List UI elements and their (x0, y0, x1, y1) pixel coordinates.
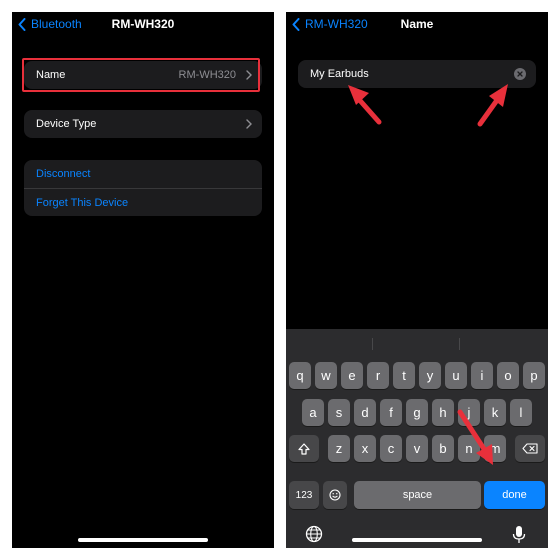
key-u[interactable]: u (445, 362, 467, 389)
rename-screen: RM-WH320 Name My Earbuds q w e r t y u i… (286, 12, 548, 548)
key-p[interactable]: p (523, 362, 545, 389)
disconnect-button[interactable]: Disconnect (24, 160, 262, 188)
key-w[interactable]: w (315, 362, 337, 389)
globe-icon (305, 525, 323, 543)
suggestion-divider (459, 338, 460, 350)
emoji-icon (329, 489, 341, 501)
dictation-key[interactable] (512, 525, 526, 548)
suggestion-divider (372, 338, 373, 350)
name-input-value: My Earbuds (310, 68, 369, 80)
key-x[interactable]: x (354, 435, 376, 462)
key-s[interactable]: s (328, 399, 350, 426)
shift-key[interactable] (289, 435, 319, 462)
highlight-box (22, 58, 260, 92)
page-title: Name (400, 17, 434, 31)
home-indicator (78, 538, 208, 542)
key-y[interactable]: y (419, 362, 441, 389)
suggestion-bar (286, 329, 548, 357)
backspace-icon (522, 443, 538, 454)
emoji-key[interactable] (323, 481, 347, 509)
page-title: RM-WH320 (111, 17, 175, 31)
globe-key[interactable] (305, 525, 323, 548)
key-o[interactable]: o (497, 362, 519, 389)
bluetooth-device-screen: Bluetooth RM-WH320 Name RM-WH320 Device … (12, 12, 274, 548)
key-l[interactable]: l (510, 399, 532, 426)
key-i[interactable]: i (471, 362, 493, 389)
arrow-to-text (348, 85, 382, 125)
key-a[interactable]: a (302, 399, 324, 426)
microphone-icon (512, 526, 526, 543)
device-type-group: Device Type (24, 110, 262, 138)
key-j[interactable]: j (458, 399, 480, 426)
key-h[interactable]: h (432, 399, 454, 426)
key-e[interactable]: e (341, 362, 363, 389)
device-type-label: Device Type (36, 118, 97, 130)
key-r[interactable]: r (367, 362, 389, 389)
key-f[interactable]: f (380, 399, 402, 426)
shift-icon (298, 442, 310, 455)
chevron-right-icon (246, 119, 252, 129)
delete-key[interactable] (515, 435, 545, 462)
key-c[interactable]: c (380, 435, 402, 462)
clear-text-icon[interactable] (514, 68, 526, 80)
name-input[interactable]: My Earbuds (298, 60, 536, 88)
home-indicator (352, 538, 482, 542)
arrow-to-clear-button (477, 84, 508, 127)
space-key[interactable]: space (354, 481, 481, 509)
numbers-key[interactable]: 123 (289, 481, 319, 509)
key-g[interactable]: g (406, 399, 428, 426)
key-b[interactable]: b (432, 435, 454, 462)
key-d[interactable]: d (354, 399, 376, 426)
key-n[interactable]: n (458, 435, 480, 462)
done-key[interactable]: done (484, 481, 545, 509)
actions-group: Disconnect Forget This Device (24, 160, 262, 216)
nav-bar: RM-WH320 Name (286, 12, 548, 38)
device-type-row[interactable]: Device Type (24, 110, 262, 138)
key-q[interactable]: q (289, 362, 311, 389)
forget-device-button[interactable]: Forget This Device (24, 188, 262, 216)
key-z[interactable]: z (328, 435, 350, 462)
nav-bar: Bluetooth RM-WH320 (12, 12, 274, 38)
key-v[interactable]: v (406, 435, 428, 462)
keyboard: q w e r t y u i o p a s d f g h j k l z … (286, 329, 548, 548)
key-k[interactable]: k (484, 399, 506, 426)
key-m[interactable]: m (484, 435, 506, 462)
key-t[interactable]: t (393, 362, 415, 389)
